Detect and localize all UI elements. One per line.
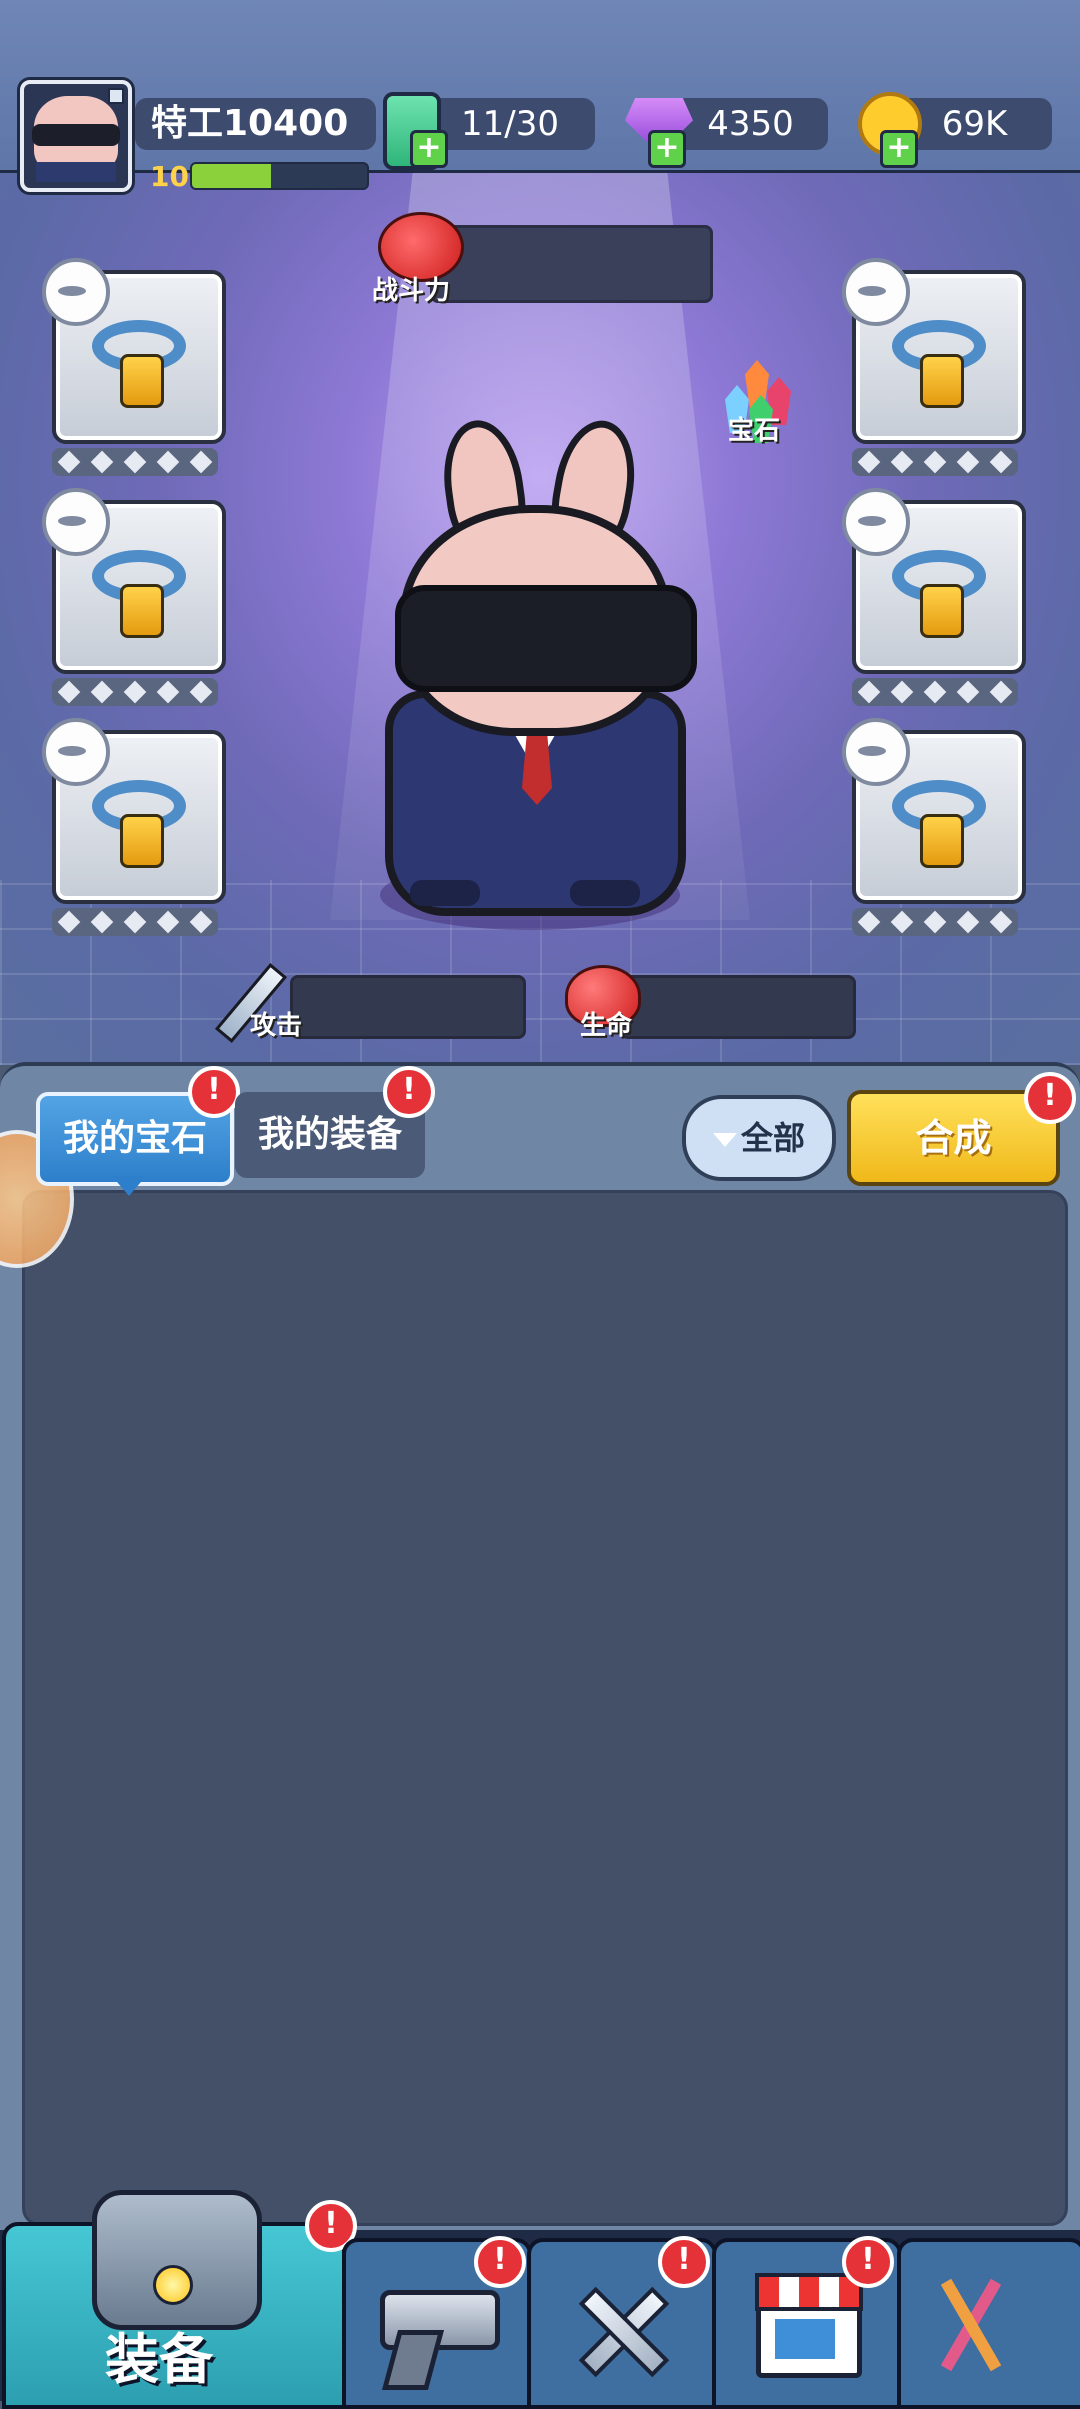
badge-nav-shop: ! [842, 2236, 894, 2288]
chest-icon [92, 2190, 262, 2330]
hat-icon [842, 718, 910, 786]
ring-plate [920, 814, 964, 868]
star-rating-left-2 [52, 678, 218, 706]
badge-my-equipment: ! [383, 1066, 435, 1118]
equip-slot-left-3[interactable] [42, 718, 226, 904]
character-sunglasses [395, 585, 697, 692]
equip-slot-right-1[interactable] [842, 258, 1026, 444]
equip-slot-left-2[interactable] [42, 488, 226, 674]
equip-slot-right-3[interactable] [842, 718, 1026, 904]
star-rating-left-1 [52, 448, 218, 476]
equip-slot-right-2[interactable] [842, 488, 1026, 674]
hat-icon [42, 258, 110, 326]
xp-fill [192, 164, 271, 188]
avatar-corner-icon [108, 88, 124, 104]
badge-my-gems: ! [188, 1066, 240, 1118]
xp-bar [190, 162, 369, 190]
gem-counter: 4350 [673, 98, 828, 150]
avatar-glasses [32, 124, 120, 146]
hat-icon [842, 488, 910, 556]
avatar-suit [36, 162, 116, 182]
power-bar [430, 225, 713, 303]
life-label: 生命 [580, 1011, 633, 1041]
energy-plus-button[interactable]: + [410, 130, 448, 168]
player-level: 10 [150, 160, 189, 193]
star-rating-left-3 [52, 908, 218, 936]
badge-merge: ! [1024, 1072, 1076, 1124]
dna-icon [935, 2275, 1005, 2375]
hat-icon [42, 718, 110, 786]
character-foot-left [410, 880, 480, 906]
badge-nav-weapons: ! [474, 2236, 526, 2288]
star-rating-right-3 [852, 908, 1018, 936]
ring-plate [120, 354, 164, 408]
ring-plate [920, 354, 964, 408]
coin-plus-button[interactable]: + [880, 130, 918, 168]
power-label: 战斗力 [372, 276, 451, 306]
star-rating-right-2 [852, 678, 1018, 706]
attack-label: 攻击 [250, 1011, 303, 1041]
gem-button-label: 宝石 [728, 416, 781, 446]
ring-plate [120, 814, 164, 868]
nav-equipment-label: 装备 [105, 2328, 213, 2391]
star-rating-right-1 [852, 448, 1018, 476]
ring-plate [120, 584, 164, 638]
shop-awning [755, 2273, 863, 2311]
gem-plus-button[interactable]: + [648, 130, 686, 168]
chest-gem [153, 2265, 193, 2305]
inventory-list[interactable] [22, 1190, 1068, 2226]
badge-nav-battle: ! [658, 2236, 710, 2288]
player-name: 特工10400 [135, 98, 376, 150]
character-foot-right [570, 880, 640, 906]
hat-icon [42, 488, 110, 556]
filter-label: 全部 [740, 1119, 805, 1157]
attack-bar [290, 975, 526, 1039]
shop-window [775, 2319, 835, 2359]
crossed-swords-icon [572, 2280, 670, 2378]
player-avatar[interactable] [20, 80, 132, 192]
chevron-down-icon [712, 1133, 737, 1147]
energy-counter: 11/30 [425, 98, 595, 150]
hat-icon [842, 258, 910, 326]
filter-dropdown[interactable]: 全部 [682, 1095, 836, 1181]
life-bar [620, 975, 856, 1039]
ring-plate [920, 584, 964, 638]
equip-slot-left-1[interactable] [42, 258, 226, 444]
shop-icon [755, 2273, 863, 2378]
